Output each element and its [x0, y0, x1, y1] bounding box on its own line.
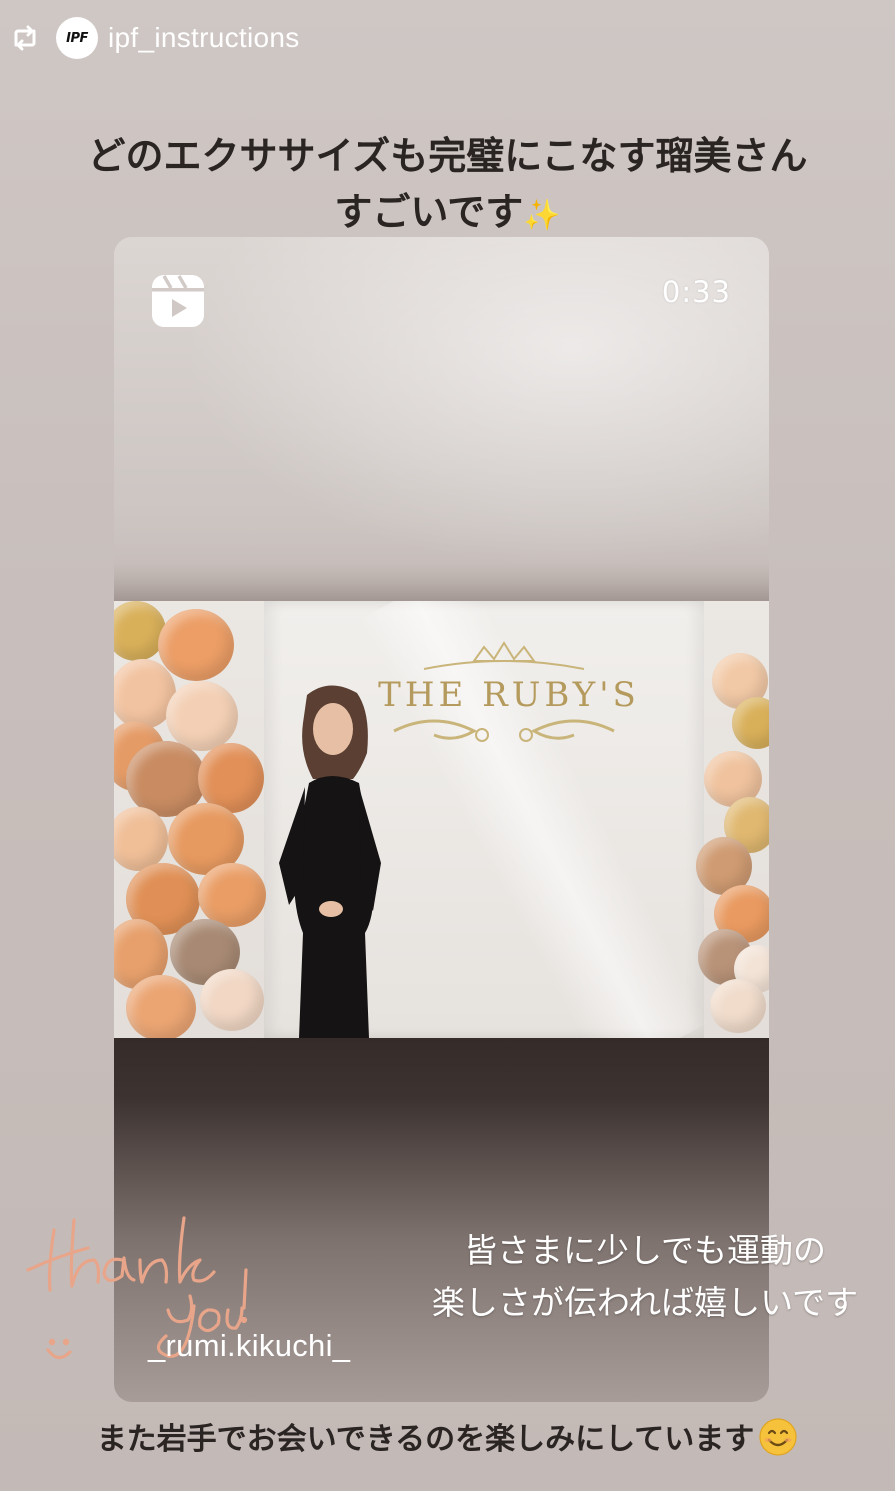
caption-line-2: すごいです✨ [0, 184, 895, 244]
avatar-logo: IPF [66, 30, 88, 46]
video-duration: 0:33 [661, 275, 731, 309]
overlay-line-1: 皆さまに少しでも運動の [463, 1231, 826, 1270]
reel-icon [152, 275, 204, 327]
username-link[interactable]: ipf_instructions [108, 22, 300, 54]
balloon [158, 609, 234, 681]
avatar[interactable]: IPF [56, 17, 98, 59]
reel-overlay-caption: 皆さまに少しでも運動の 楽しさが伝われば嬉しいです [410, 1225, 880, 1329]
balloon [166, 681, 238, 751]
story-caption-top: どのエクササイズも完璧にこなす瑠美さん すごいです✨ [0, 128, 895, 244]
person-figure [279, 685, 381, 1038]
repost-icon [8, 21, 42, 55]
balloon [198, 863, 266, 927]
mention-tag[interactable]: _rumi.kikuchi_ [148, 1328, 350, 1364]
repost-header: IPF ipf_instructions [8, 14, 300, 62]
event-sign: THE RUBY'S [364, 639, 644, 749]
sparkles-emoji: ✨ [523, 198, 561, 233]
balloon [114, 807, 168, 871]
smiling-face-emoji [759, 1418, 797, 1456]
caption-line-1: どのエクササイズも完璧にこなす瑠美さん [87, 134, 808, 178]
balloon [200, 969, 264, 1031]
sign-text: THE RUBY'S [378, 675, 640, 715]
bottom-caption-text: また岩手でお会いできるのを楽しみにしています [96, 1422, 755, 1457]
balloon [710, 979, 766, 1033]
balloon [126, 975, 196, 1038]
balloon [732, 697, 769, 749]
overlay-line-2: 楽しさが伝われば嬉しいです [431, 1283, 859, 1322]
story-caption-bottom: また岩手でお会いできるのを楽しみにしています [0, 1416, 895, 1464]
caption-line-2-text: すごいです [334, 190, 524, 234]
reel-photo: THE RUBY'S [114, 601, 769, 1038]
